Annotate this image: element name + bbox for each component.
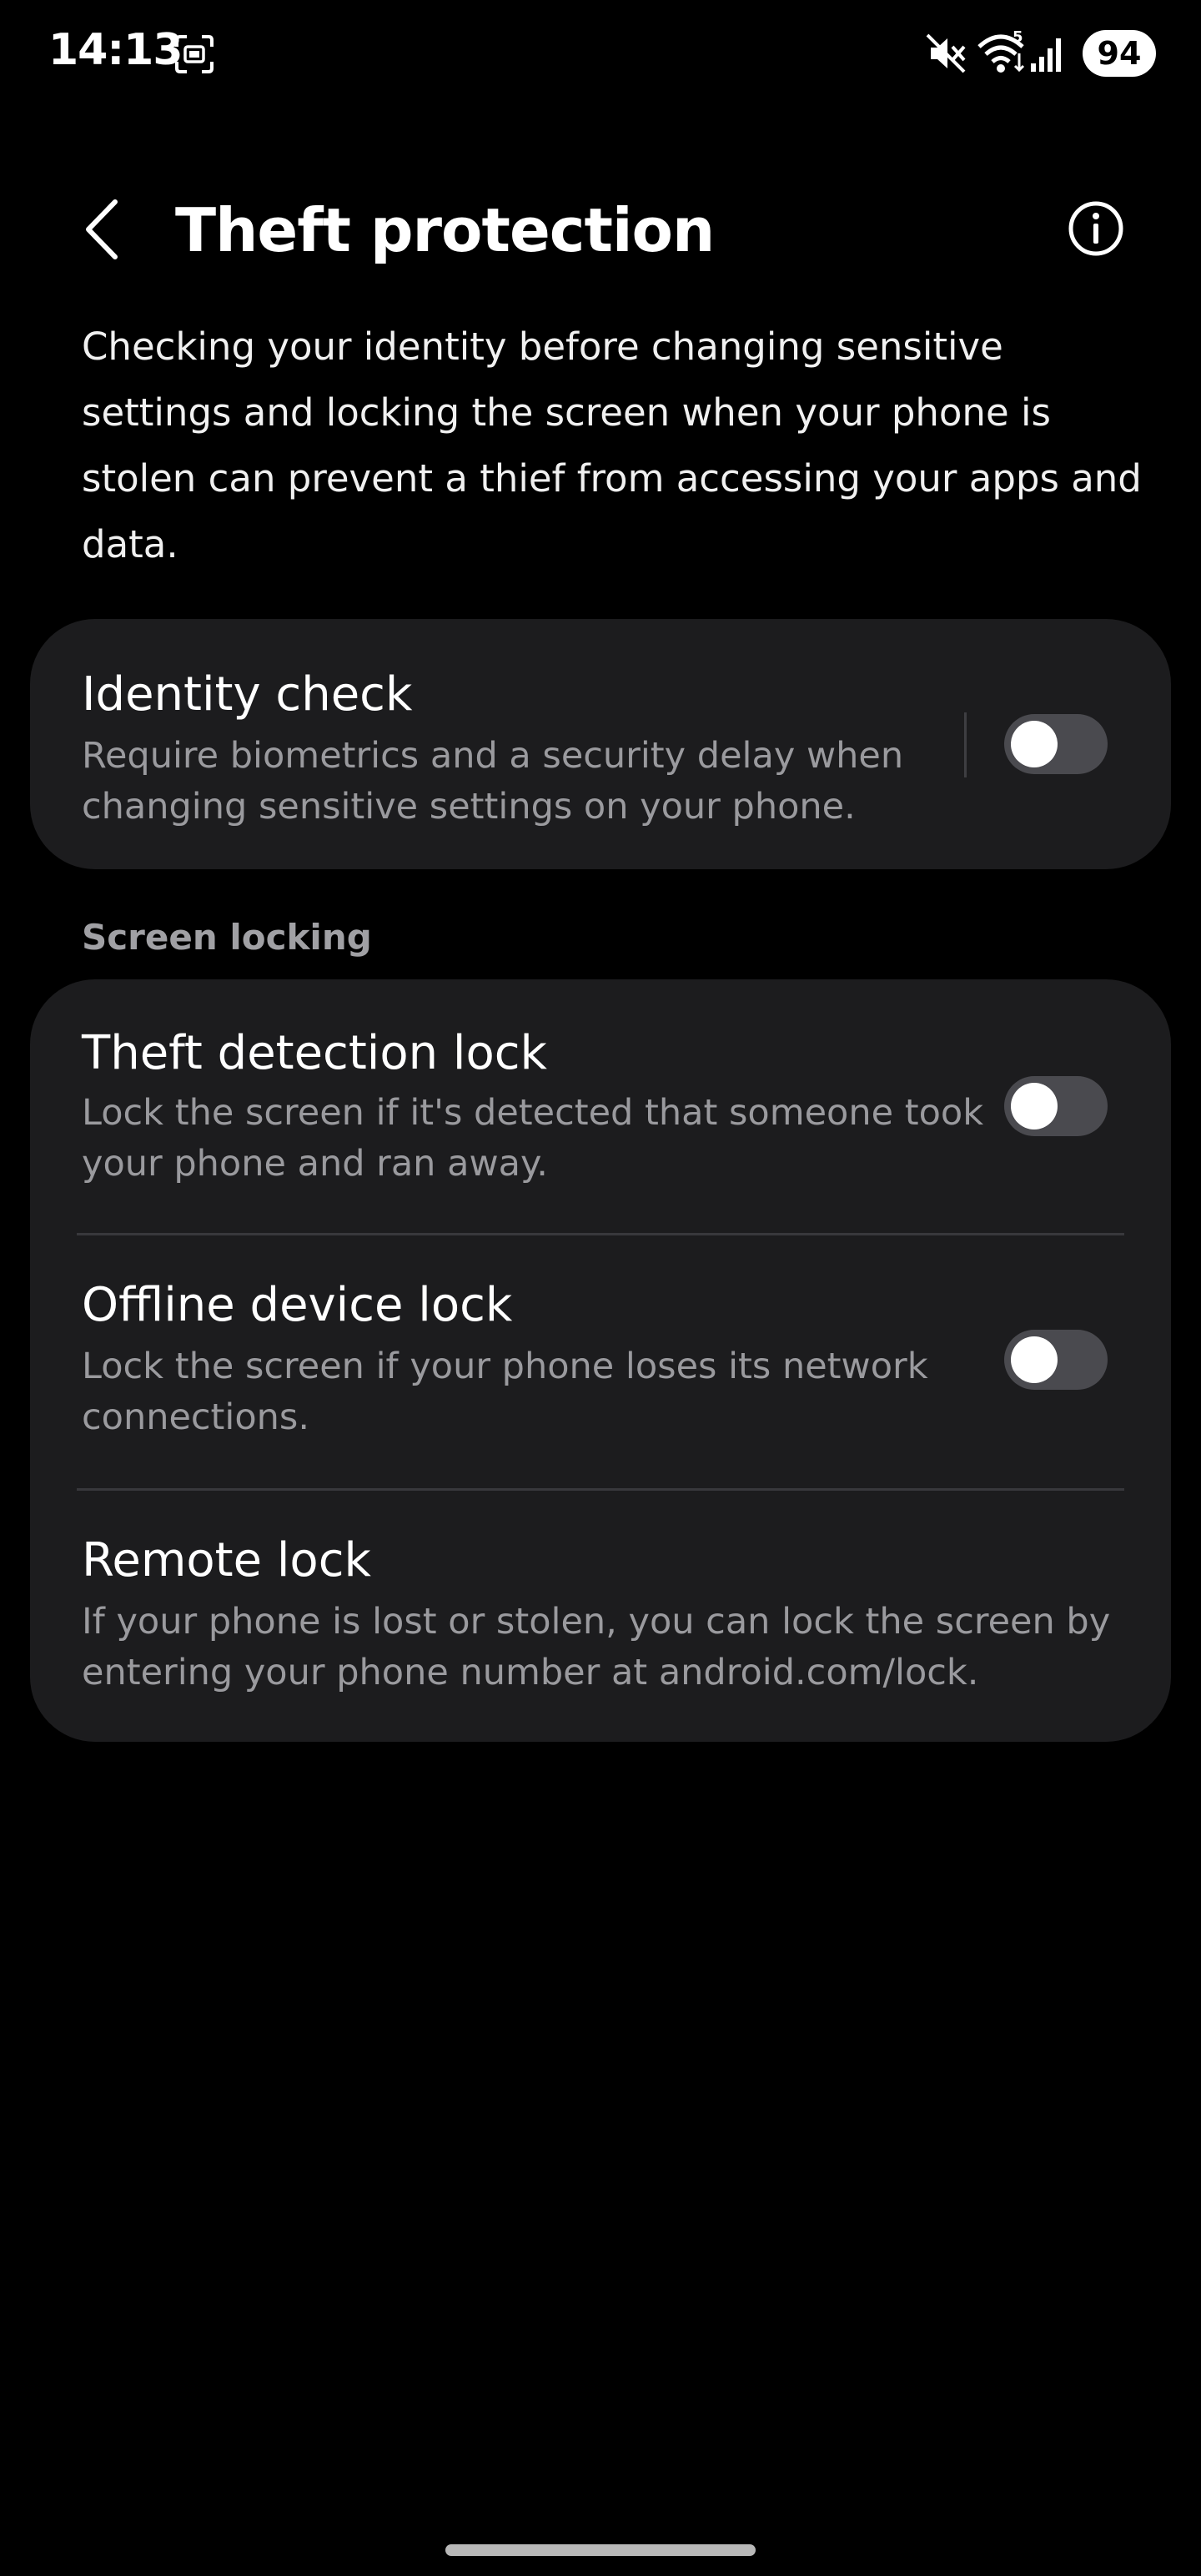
intro-text: Checking your identity before changing s… — [82, 325, 1142, 566]
toggle-knob — [1011, 721, 1058, 767]
identity-check-row[interactable]: Identity check Require biometrics and a … — [30, 619, 1171, 869]
offline-device-lock-row[interactable]: Offline device lock Lock the screen if y… — [30, 1235, 1171, 1488]
wifi-icon: 5 — [977, 28, 1025, 73]
identity-check-description: Require biometrics and a security delay … — [82, 735, 904, 828]
remote-lock-description: If your phone is lost or stolen, you can… — [82, 1601, 1111, 1693]
remote-lock-title: Remote lock — [82, 1533, 371, 1587]
page-title: Theft protection — [175, 195, 715, 265]
identity-check-toggle[interactable] — [1004, 714, 1108, 774]
toggle-knob — [1011, 1083, 1058, 1130]
identity-check-card: Identity check Require biometrics and a … — [30, 619, 1171, 869]
battery-badge: 94 — [1083, 30, 1156, 77]
mute-icon — [926, 33, 966, 73]
header: Theft protection — [0, 175, 1201, 275]
offline-device-lock-title: Offline device lock — [82, 1278, 513, 1332]
theft-detection-lock-row[interactable]: Theft detection lock Lock the screen if … — [30, 979, 1171, 1233]
toggle-knob — [1011, 1336, 1058, 1383]
chevron-left-icon[interactable] — [73, 192, 132, 267]
offline-device-lock-toggle[interactable] — [1004, 1330, 1108, 1390]
remote-lock-row[interactable]: Remote lock If your phone is lost or sto… — [30, 1490, 1171, 1742]
theft-detection-lock-title: Theft detection lock — [82, 1026, 547, 1080]
identity-check-title: Identity check — [82, 667, 413, 722]
status-time: 14:13 — [48, 25, 183, 75]
screen-locking-card: Theft detection lock Lock the screen if … — [30, 979, 1171, 1742]
theft-detection-lock-description: Lock the screen if it's detected that so… — [82, 1092, 984, 1185]
signal-icon — [1031, 38, 1061, 72]
vertical-divider — [964, 712, 967, 777]
svg-text:5: 5 — [1013, 28, 1023, 46]
section-label-screen-locking: Screen locking — [82, 917, 372, 958]
screenshot-icon — [175, 35, 214, 73]
offline-device-lock-description: Lock the screen if your phone loses its … — [82, 1346, 928, 1438]
home-indicator[interactable] — [445, 2544, 756, 2556]
theft-detection-lock-toggle[interactable] — [1004, 1076, 1108, 1136]
info-icon[interactable] — [1063, 195, 1129, 262]
status-bar: 14:13 5 94 — [0, 0, 1201, 108]
